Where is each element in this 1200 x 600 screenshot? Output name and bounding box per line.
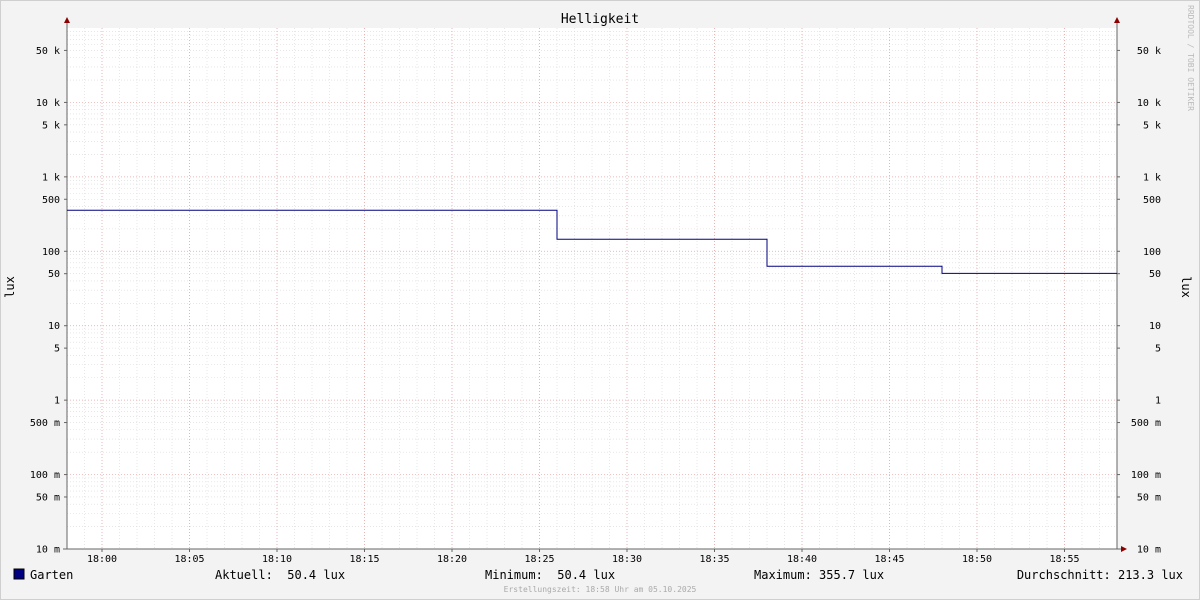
y-axis-left-arrow (64, 17, 70, 23)
x-tick-label: 18:35 (699, 554, 729, 565)
y-tick-label-left: 100 (42, 247, 60, 258)
y-tick-label-right: 100 (1143, 247, 1161, 258)
y-axis-label-left: lux (3, 276, 17, 298)
y-tick-label-left: 5 k (42, 120, 60, 131)
legend-minimum: Minimum: 50.4 lux (485, 568, 615, 582)
y-tick-label-right: 10 (1149, 321, 1161, 332)
y-tick-label-right: 1 k (1143, 172, 1161, 183)
x-axis-arrow (1121, 546, 1127, 552)
y-tick-label-left: 1 (54, 396, 60, 407)
y-tick-label-left: 100 m (30, 470, 60, 481)
y-tick-label-right: 100 m (1131, 470, 1161, 481)
chart-title: Helligkeit (561, 12, 639, 27)
x-tick-label: 18:50 (962, 554, 992, 565)
y-tick-label-left: 500 m (30, 418, 60, 429)
x-tick-label: 18:20 (437, 554, 467, 565)
y-tick-label-right: 1 (1155, 396, 1161, 407)
y-axis-right-arrow (1114, 17, 1120, 23)
chart: 50 k 50 k 10 k 10 k 5 k 5 k 1 k 1 k 500 500 100 100… (3, 5, 1195, 594)
y-tick-label-left: 10 m (36, 545, 60, 556)
y-tick-label-right: 50 (1149, 269, 1161, 280)
x-tick-label: 18:05 (174, 554, 204, 565)
y-tick-label-left: 50 k (36, 46, 60, 57)
footer-timestamp: Erstellungszeit: 18:58 Uhr am 05.10.2025 (504, 585, 697, 594)
x-tick-label: 18:55 (1049, 554, 1079, 565)
x-tick-label: 18:40 (787, 554, 817, 565)
legend-average: Durchschnitt: 213.3 lux (1017, 568, 1183, 582)
y-tick-label-right: 5 (1155, 344, 1161, 355)
y-tick-label-left: 10 k (36, 98, 60, 109)
y-tick-label-right: 500 m (1131, 418, 1161, 429)
y-tick-label-right: 50 k (1137, 46, 1161, 57)
x-tick-label: 18:30 (612, 554, 642, 565)
x-tick-label: 18:15 (349, 554, 379, 565)
rrdtool-watermark: RRDTOOL / TOBI OETIKER (1186, 5, 1195, 111)
x-tick-label: 18:45 (874, 554, 904, 565)
y-tick-label-right: 50 m (1137, 492, 1161, 503)
y-tick-label-right: 500 (1143, 195, 1161, 206)
x-tick-label: 18:10 (262, 554, 292, 565)
y-tick-label-left: 5 (54, 344, 60, 355)
y-tick-label-left: 50 (48, 269, 60, 280)
y-tick-label-right: 10 m (1137, 545, 1161, 556)
y-tick-label-left: 500 (42, 195, 60, 206)
legend-swatch (13, 568, 25, 580)
y-tick-label-right: 10 k (1137, 98, 1161, 109)
y-tick-label-left: 10 (48, 321, 60, 332)
y-tick-label-right: 5 k (1143, 120, 1161, 131)
y-tick-label-left: 50 m (36, 492, 60, 503)
x-tick-label: 18:25 (524, 554, 554, 565)
grid-layer (66, 28, 1118, 549)
x-tick-label: 18:00 (87, 554, 117, 565)
y-axis-label-right: lux (1179, 276, 1193, 298)
y-tick-label-left: 1 k (42, 172, 60, 183)
legend-maximum: Maximum: 355.7 lux (754, 568, 884, 582)
legend-current: Aktuell: 50.4 lux (215, 568, 345, 582)
legend-series-name: Garten (30, 568, 73, 582)
